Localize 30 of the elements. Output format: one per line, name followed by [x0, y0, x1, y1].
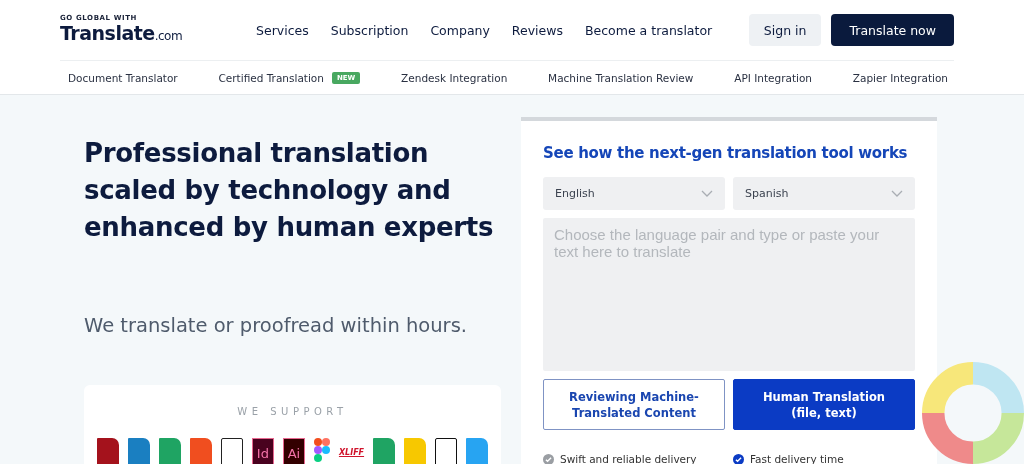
subnav-link[interactable]: Zapier Integration — [852, 71, 948, 84]
file-format-label: XLIFF — [338, 448, 365, 457]
target-language-select[interactable]: Spanish — [733, 177, 915, 210]
app-icon: Id — [251, 438, 274, 464]
nav-link[interactable]: Services — [256, 22, 309, 38]
source-language-select[interactable]: English — [543, 177, 725, 210]
hero-headline: Professional translation scaled by technology and enhanced by human experts — [84, 137, 495, 244]
nav-link[interactable]: Reviews — [511, 22, 563, 38]
hero-subtitle: We translate or proofread within hours. — [84, 314, 468, 337]
nav-link[interactable]: Become a translator — [585, 22, 713, 38]
tool-heading: See how the next-gen translation tool works — [543, 143, 909, 163]
subnav-link[interactable]: Machine Translation Review — [548, 71, 694, 84]
translate-now-button[interactable]: Translate now — [831, 14, 954, 46]
support-title: WE SUPPORT — [237, 406, 348, 417]
nav-link[interactable]: Company — [430, 22, 490, 38]
logo[interactable]: Translate.com — [60, 21, 256, 47]
service-option-button[interactable]: Reviewing Machine-Translated Content — [543, 379, 725, 430]
text-input-field[interactable]: Choose the language pair and type or paste your text here to translate — [543, 218, 915, 371]
app-icon: Ai — [282, 438, 305, 464]
subnav-link[interactable]: API Integration — [734, 71, 812, 84]
service-option-button[interactable]: Human Translation (file, text) — [733, 379, 915, 430]
figma-icon — [313, 438, 330, 464]
subnav-link[interactable]: Zendesk Integration — [401, 71, 508, 84]
nav-link[interactable]: Subscription — [330, 22, 409, 38]
subnav-link[interactable]: Certified Translation — [218, 71, 324, 84]
chevron-down-icon — [701, 190, 713, 197]
subnav-link[interactable]: Document Translator — [68, 71, 178, 84]
sign-in-button[interactable]: Sign in — [748, 14, 822, 46]
ring-icon[interactable] — [922, 362, 1024, 464]
chevron-down-icon — [891, 190, 903, 197]
